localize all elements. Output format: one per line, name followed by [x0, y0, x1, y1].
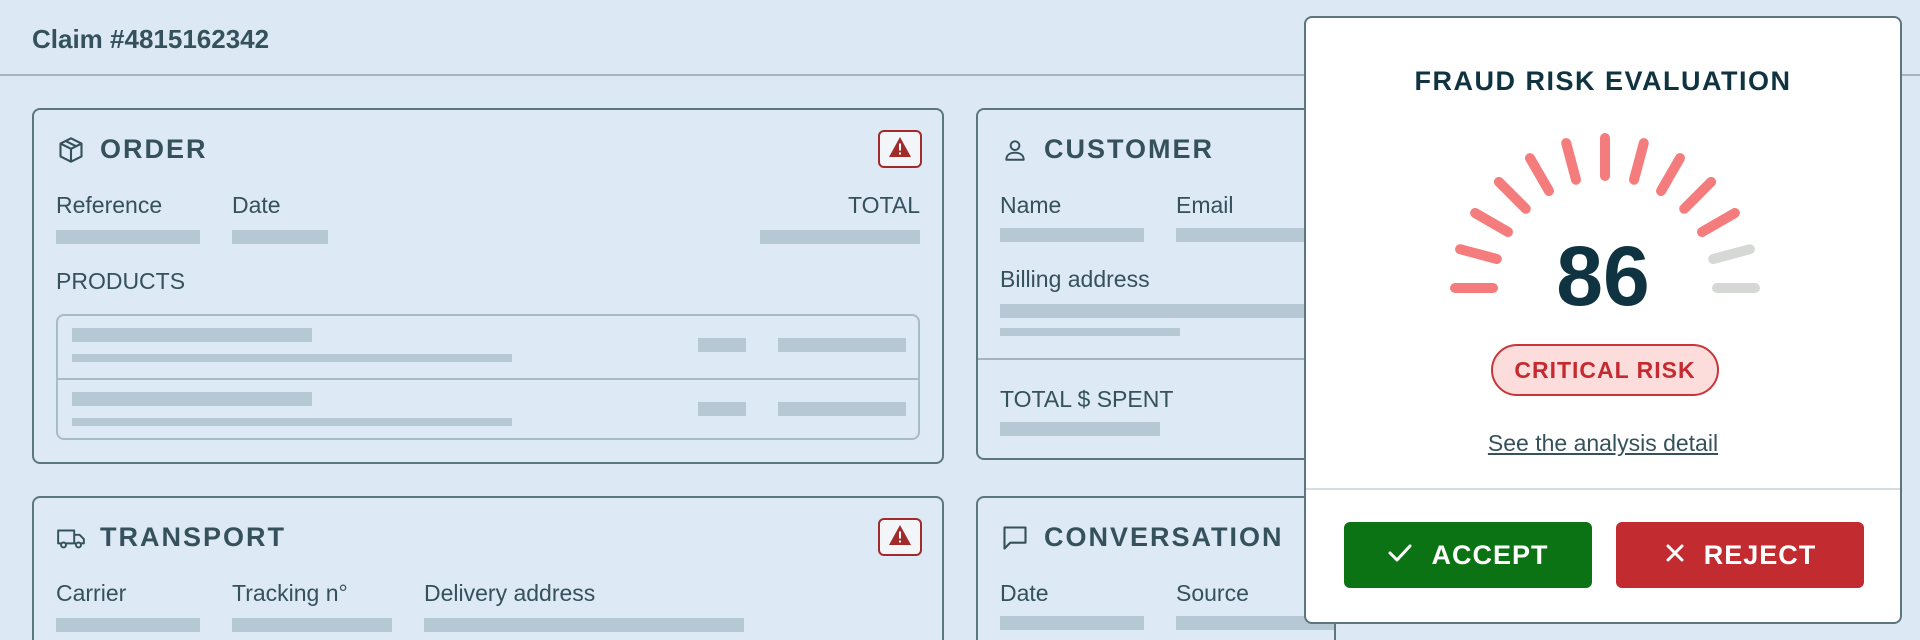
customer-divider	[978, 358, 1334, 360]
product-description	[72, 354, 512, 362]
modal-divider	[1306, 488, 1900, 490]
product-name	[72, 328, 312, 342]
accept-button[interactable]: ACCEPT	[1344, 522, 1592, 588]
product-quantity	[698, 402, 746, 416]
customer-name-value	[1000, 228, 1144, 242]
order-card-header: ORDER	[56, 134, 208, 165]
order-total-value	[760, 230, 920, 244]
order-reference-label: Reference	[56, 192, 163, 218]
transport-card: TRANSPORT Carrier Tracking n° Delivery a…	[32, 496, 944, 640]
customer-title: CUSTOMER	[1044, 134, 1215, 164]
warning-icon	[888, 136, 912, 163]
transport-carrier-label: Carrier	[56, 580, 127, 606]
customer-billing-line2	[1000, 328, 1180, 336]
order-reference-value	[56, 230, 200, 244]
risk-score: 86	[1556, 229, 1650, 323]
gauge-segment	[1493, 176, 1531, 214]
transport-warning-button[interactable]	[878, 518, 922, 556]
transport-delivery-label: Delivery address	[424, 580, 596, 606]
gauge-segment	[1656, 153, 1685, 196]
customer-email-label: Email	[1176, 192, 1234, 218]
product-price	[778, 402, 906, 416]
transport-tracking-label: Tracking n°	[232, 580, 348, 606]
order-date-label: Date	[232, 192, 281, 218]
customer-email-value	[1176, 228, 1316, 242]
product-quantity	[698, 338, 746, 352]
product-price	[778, 338, 906, 352]
claim-title: Claim #4815162342	[32, 24, 270, 54]
gauge-segment	[1561, 138, 1581, 185]
fraud-risk-modal: FRAUD RISK EVALUATION 86 CRITICAL RISK S…	[1304, 16, 1902, 624]
user-icon	[1000, 135, 1030, 165]
gauge-segment	[1697, 208, 1740, 237]
transport-card-header: TRANSPORT	[56, 522, 286, 553]
products-table	[56, 314, 920, 440]
order-total-label: TOTAL	[848, 192, 920, 218]
order-warning-button[interactable]	[878, 130, 922, 168]
conversation-date-label: Date	[1000, 580, 1049, 606]
risk-level-badge: CRITICAL RISK	[1491, 344, 1719, 396]
truck-icon	[56, 523, 86, 553]
product-row[interactable]	[58, 378, 918, 440]
transport-carrier-value	[56, 618, 200, 632]
conversation-card: CONVERSATION Date Source	[976, 496, 1336, 640]
customer-billing-line1	[1000, 304, 1320, 318]
check-icon	[1387, 540, 1413, 571]
accept-label: ACCEPT	[1431, 539, 1549, 570]
order-date-value	[232, 230, 328, 244]
gauge-segment	[1679, 176, 1717, 214]
product-name	[72, 392, 312, 406]
customer-card: CUSTOMER Name Email Billing address TOTA…	[976, 108, 1336, 460]
product-row[interactable]	[58, 316, 918, 378]
customer-total-spent-label: TOTAL $ SPENT	[1000, 386, 1174, 412]
transport-tracking-value	[232, 618, 392, 632]
gauge-segment	[1525, 153, 1554, 196]
conversation-source-label: Source	[1176, 580, 1249, 606]
conversation-title: CONVERSATION	[1044, 522, 1284, 552]
transport-delivery-value	[424, 618, 744, 632]
customer-billing-label: Billing address	[1000, 266, 1150, 292]
gauge-segment	[1629, 138, 1649, 185]
warning-icon	[888, 524, 912, 551]
chat-icon	[1000, 523, 1030, 553]
conversation-card-header: CONVERSATION	[1000, 522, 1284, 553]
close-icon	[1664, 540, 1686, 571]
order-title: ORDER	[100, 134, 208, 164]
reject-label: REJECT	[1703, 539, 1817, 570]
gauge-segment	[1470, 208, 1513, 237]
conversation-date-value	[1000, 616, 1144, 630]
customer-total-spent-value	[1000, 422, 1160, 436]
customer-card-header: CUSTOMER	[1000, 134, 1214, 165]
box-icon	[56, 135, 86, 165]
customer-name-label: Name	[1000, 192, 1062, 218]
analysis-detail-link[interactable]: See the analysis detail	[1306, 430, 1900, 457]
order-card: ORDER Reference Date TOTAL PRODUCTS	[32, 108, 944, 464]
reject-button[interactable]: REJECT	[1616, 522, 1864, 588]
product-description	[72, 418, 512, 426]
order-products-label: PRODUCTS	[56, 268, 186, 294]
transport-title: TRANSPORT	[100, 522, 286, 552]
